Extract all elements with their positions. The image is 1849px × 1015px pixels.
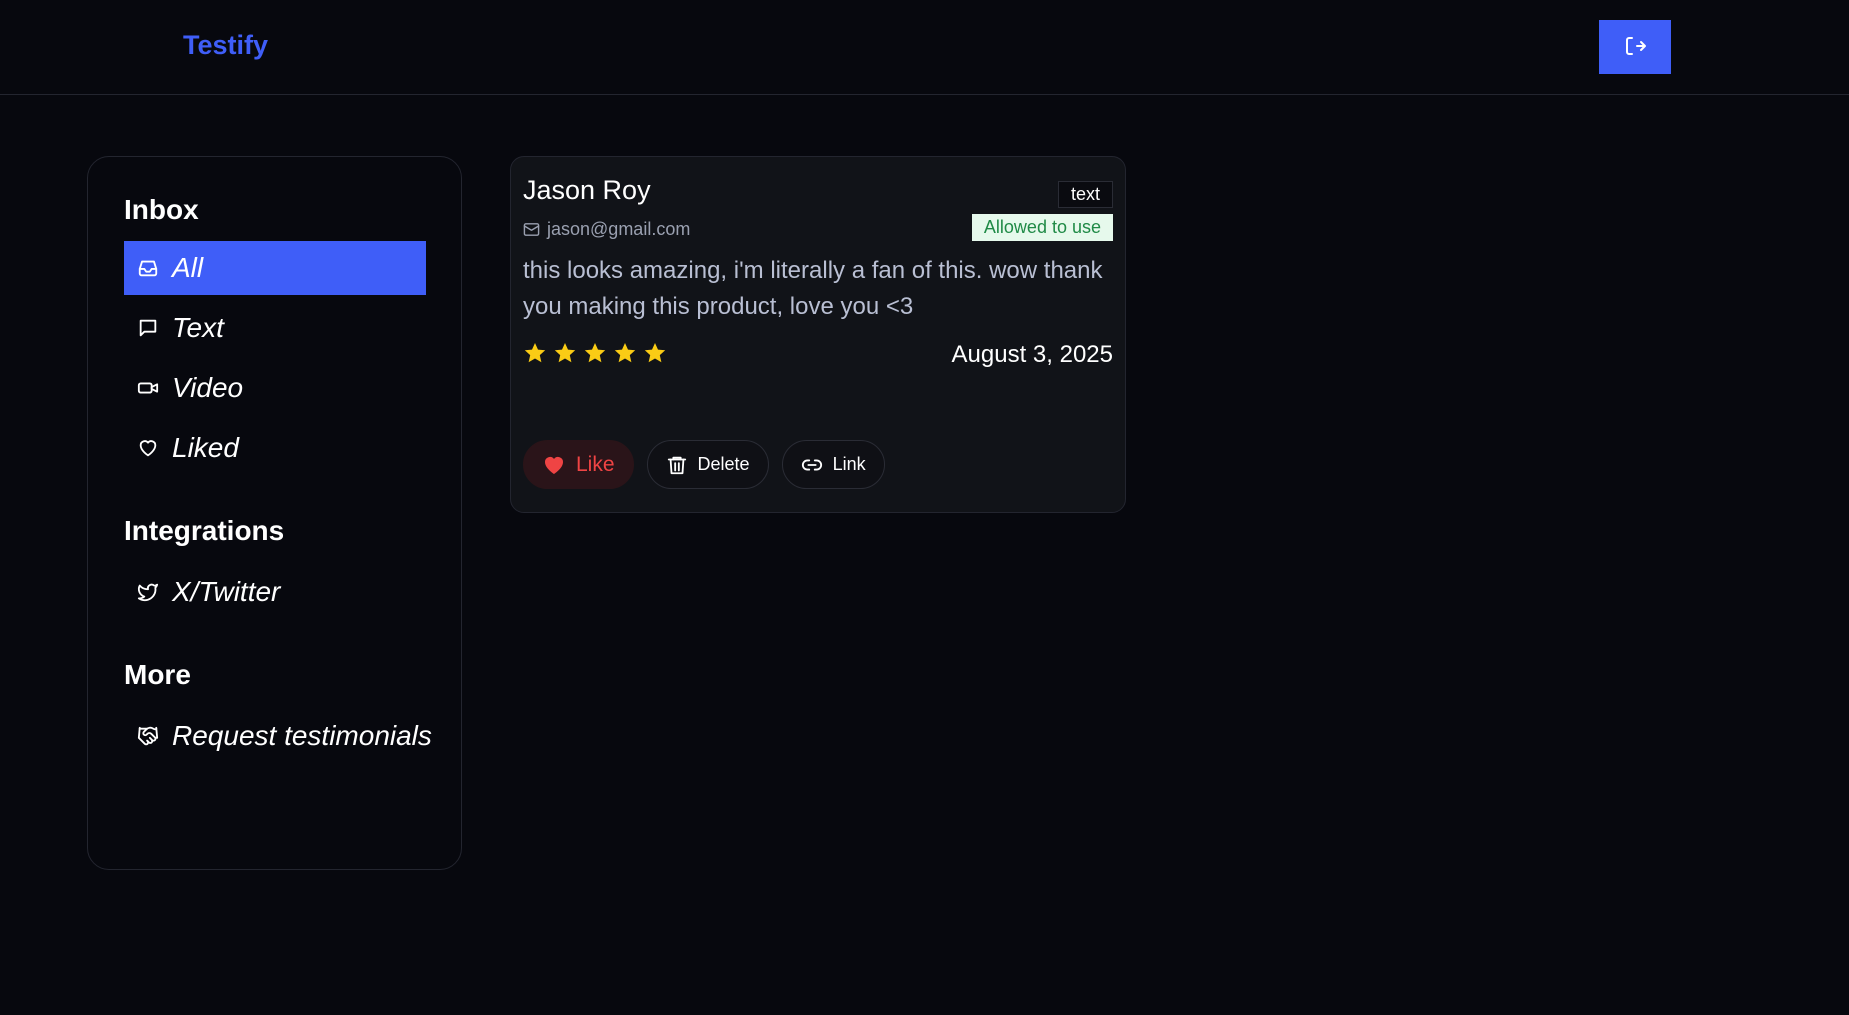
sidebar-item-all[interactable]: All (124, 241, 426, 295)
testimonial-card: Jason Roy text jason@gmail.com Allowed t… (510, 156, 1126, 513)
section-title-integrations: Integrations (124, 515, 285, 546)
sidebar-item-label: All (172, 252, 204, 283)
email-text: jason@gmail.com (547, 219, 691, 239)
sidebar-item-liked[interactable]: Liked (124, 421, 426, 475)
permission-badge: Allowed to use (971, 214, 1113, 241)
logout-icon (1623, 34, 1647, 61)
sidebar-item-label: X/Twitter (172, 576, 281, 607)
star-icon (524, 343, 546, 363)
video-icon (136, 376, 160, 400)
testimonial-text: this looks amazing, i'm literally a fan … (523, 257, 1103, 320)
delete-button[interactable]: Delete (646, 440, 769, 489)
card-actions: Like Delete Link (523, 440, 885, 489)
like-button[interactable]: Like (523, 440, 634, 489)
top-bar: Testify (0, 0, 1849, 95)
author-name: Jason Roy (523, 175, 651, 205)
sidebar-item-text[interactable]: Text (124, 301, 426, 355)
message-square-icon (136, 316, 160, 340)
trash-icon (666, 454, 688, 476)
brand-logo[interactable]: Testify (183, 30, 268, 61)
like-label: Like (576, 452, 615, 476)
type-badge: text (1057, 181, 1113, 208)
link-button[interactable]: Link (781, 440, 885, 489)
star-icon (644, 343, 666, 363)
sidebar-item-label: Liked (172, 432, 239, 463)
sidebar-item-label: Request testimonials (172, 720, 432, 751)
section-title-inbox: Inbox (124, 194, 199, 225)
handshake-icon (136, 724, 160, 748)
sidebar-item-video[interactable]: Video (124, 361, 426, 415)
logout-button[interactable] (1599, 20, 1671, 74)
heart-filled-icon (542, 453, 566, 477)
testimonial-date: August 3, 2025 (951, 341, 1113, 368)
twitter-icon (136, 580, 160, 604)
sidebar-item-label: Text (172, 312, 224, 343)
link-label: Link (832, 454, 866, 474)
section-title-more: More (124, 659, 191, 690)
link-icon (801, 454, 823, 476)
mail-icon (523, 221, 540, 238)
heart-icon (136, 436, 160, 460)
sidebar-item-request-testimonials[interactable]: Request testimonials (124, 709, 444, 763)
sidebar: Inbox All Text Video Liked Integrations … (87, 156, 462, 870)
delete-label: Delete (697, 454, 750, 474)
sidebar-item-twitter[interactable]: X/Twitter (124, 565, 426, 619)
rating-stars (523, 341, 667, 365)
star-icon (614, 343, 636, 363)
inbox-icon (136, 256, 160, 280)
star-icon (554, 343, 576, 363)
sidebar-item-label: Video (172, 372, 244, 403)
author-email: jason@gmail.com (523, 219, 690, 240)
star-icon (584, 343, 606, 363)
